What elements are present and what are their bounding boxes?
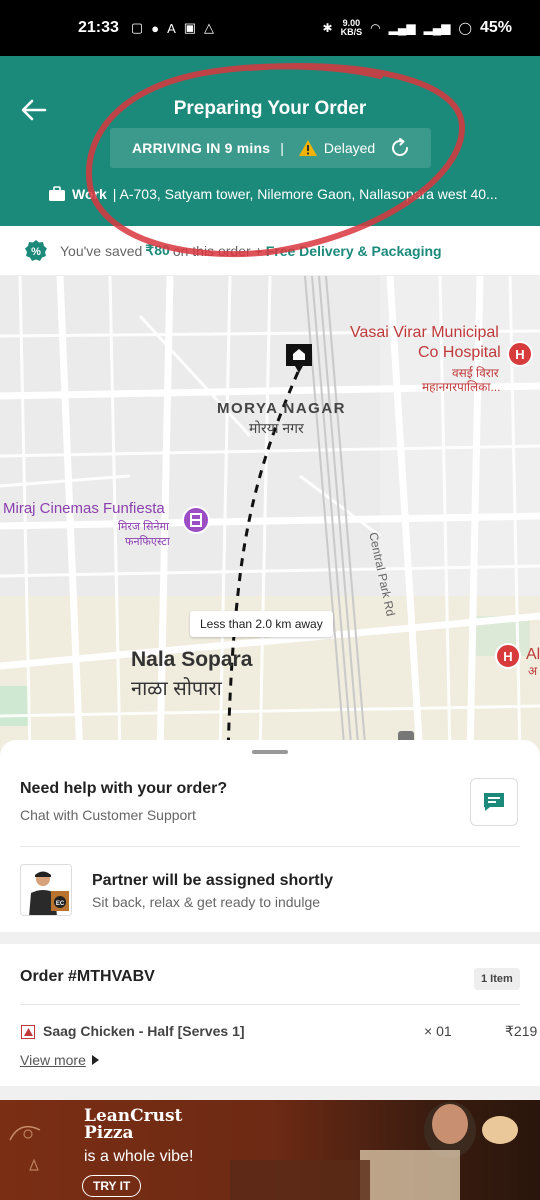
- order-item-qty: × 01: [424, 1023, 452, 1039]
- promo-banner[interactable]: LeanCrust Pizza is a whole vibe! TRY IT: [0, 1100, 540, 1200]
- partner-avatar: EC: [20, 864, 72, 916]
- order-item-qty-value: 01: [436, 1023, 452, 1039]
- chat-support-button[interactable]: [470, 778, 518, 826]
- help-subtitle: Chat with Customer Support: [20, 807, 196, 823]
- signal-icon-2: ▂▄▆: [423, 21, 451, 35]
- view-more-link[interactable]: View more: [20, 1052, 99, 1068]
- message-icon: ▢: [130, 20, 144, 35]
- app-a-icon: A: [167, 20, 176, 36]
- city-label-local: नाळा सोपारा: [131, 678, 222, 700]
- divider: [20, 846, 520, 847]
- poi-cinema-sub: मिरज सिनेमा: [118, 521, 169, 533]
- area-label-local: मोरया नगर: [249, 420, 304, 436]
- wifi-icon: ◠: [370, 21, 381, 35]
- signal-icon: ▂▄▆: [388, 21, 416, 35]
- promo-tagline: is a whole vibe!: [84, 1148, 194, 1165]
- multiply-icon: ×: [424, 1023, 433, 1039]
- battery-level: 45%: [479, 19, 512, 36]
- shield-icon: ▣: [183, 20, 197, 35]
- order-item-name: Saag Chicken - Half [Serves 1]: [43, 1023, 245, 1039]
- order-id: Order #MTHVABV: [20, 968, 155, 985]
- chat-icon: ●: [151, 20, 160, 36]
- poi-hospital-name: Vasai Virar Municipal: [350, 324, 499, 341]
- poi-right-sub: अ: [528, 664, 538, 678]
- poi-hospital-sub-2: महानगरपालिका...: [422, 380, 501, 394]
- delivery-person-icon: EC: [21, 865, 71, 915]
- view-more-label: View more: [20, 1052, 86, 1068]
- notification-icons: ▢ ● A ▣ △: [131, 20, 214, 36]
- partner-badge: EC: [56, 901, 65, 907]
- divider: [20, 1004, 520, 1005]
- poi-cinema-name: Miraj Cinemas Funfiesta: [3, 500, 165, 517]
- chat-icon: [484, 793, 504, 811]
- support-card: Need help with your order? Chat with Cus…: [0, 740, 540, 932]
- svg-text:%: %: [31, 246, 41, 258]
- area-label: MORYA NAGAR: [217, 400, 347, 417]
- bottom-sheet: Need help with your order? Chat with Cus…: [0, 740, 540, 1200]
- bluetooth-icon: ✱: [322, 21, 333, 35]
- speed-unit: KB/S: [340, 27, 363, 37]
- distance-pill: Less than 2.0 km away: [190, 611, 333, 637]
- poi-cinema-sub-2: फनफिएस्टा: [125, 536, 170, 548]
- discount-badge-icon: %: [25, 239, 47, 261]
- drag-handle[interactable]: [252, 750, 288, 754]
- item-count-badge: 1 Item: [474, 968, 520, 990]
- battery-icon: ◯: [458, 21, 472, 35]
- promo-art: [9, 1102, 518, 1200]
- try-it-button[interactable]: TRY IT: [82, 1175, 142, 1197]
- poi-hospital-name-2: Co Hospital: [418, 344, 501, 361]
- network-speed: 9.00 KB/S: [341, 19, 363, 37]
- status-time: 21:33: [78, 19, 119, 36]
- caret-right-icon: [91, 1055, 99, 1065]
- triangle-icon: △: [204, 20, 215, 35]
- order-item-price: ₹219: [505, 1023, 538, 1039]
- partner-subtitle: Sit back, relax & get ready to indulge: [92, 894, 321, 910]
- svg-text:H: H: [503, 649, 512, 664]
- svg-text:H: H: [515, 347, 524, 362]
- promo-brand-line2: Pizza: [84, 1123, 134, 1143]
- city-label: Nala Sopara: [131, 648, 253, 671]
- partner-title: Partner will be assigned shortly: [92, 872, 333, 889]
- annotation-circle: [86, 63, 466, 258]
- help-title: Need help with your order?: [20, 780, 228, 797]
- tracking-map[interactable]: H H Vasai Virar Municipal Co Hospital वस…: [0, 276, 540, 756]
- system-icons: ✱ 9.00 KB/S ◠ ▂▄▆ ▂▄▆ ◯ 45%: [323, 19, 512, 37]
- non-veg-icon: [21, 1025, 35, 1039]
- order-summary: Order #MTHVABV 1 Item Saag Chicken - Hal…: [0, 944, 540, 1086]
- status-bar: 21:33 ▢ ● A ▣ △ ✱ 9.00 KB/S ◠ ▂▄▆ ▂▄▆ ◯ …: [0, 0, 540, 56]
- promo-brand: LeanCrust Pizza: [84, 1108, 182, 1142]
